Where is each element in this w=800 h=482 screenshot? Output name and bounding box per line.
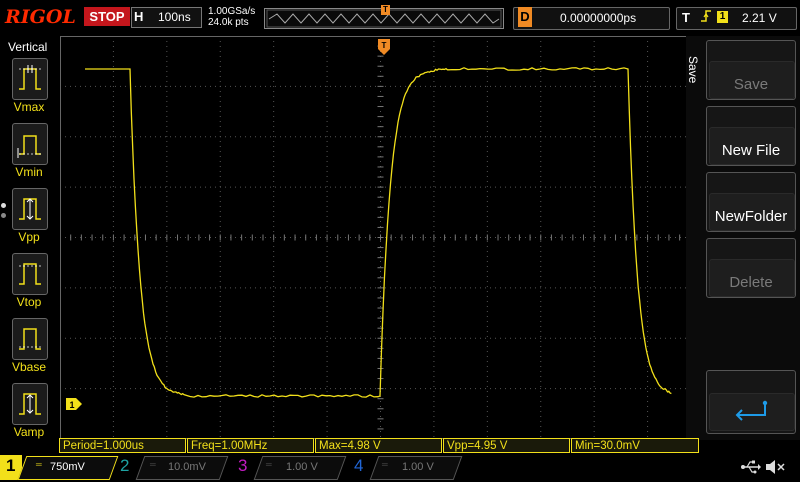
- trigger-time-marker[interactable]: T: [378, 39, 390, 59]
- channel2-scale: 10.0mV: [168, 461, 206, 473]
- channel3-scale: 1.00 V: [286, 461, 318, 473]
- vamp-icon: [13, 384, 47, 424]
- channel1-coupling-icon: ═: [36, 460, 42, 469]
- timebase-label: H: [134, 9, 143, 24]
- vbase-button[interactable]: [12, 318, 48, 360]
- channel2-number: 2: [120, 456, 129, 476]
- measurement-period: Period=1.000us: [59, 438, 186, 453]
- page-dot: [1, 213, 6, 218]
- new-folder-button-label: NewFolder: [707, 208, 795, 225]
- vpp-button[interactable]: [12, 188, 48, 230]
- measurement-category-title: Vertical: [8, 40, 47, 54]
- delay-value: 0.00000000ps: [560, 11, 636, 25]
- vpp-label: Vpp: [0, 230, 58, 244]
- measurement-vpp: Vpp=4.95 V: [443, 438, 570, 453]
- menu-title-text: Save: [686, 56, 700, 83]
- page-dot: [1, 203, 6, 208]
- speaker-muted-icon[interactable]: [764, 457, 786, 482]
- rising-edge-icon: [700, 8, 712, 27]
- new-file-button[interactable]: New File: [706, 106, 796, 166]
- new-file-button-label: New File: [707, 142, 795, 159]
- channel1-scale: 750mV: [50, 461, 85, 473]
- measurement-min: Min=30.0mV: [571, 438, 699, 453]
- channel4-scale: 1.00 V: [402, 461, 434, 473]
- vmax-label: Vmax: [0, 100, 58, 114]
- vpp-icon: [13, 189, 47, 229]
- menu-title: Save: [686, 58, 702, 98]
- measurement-max: Max=4.98 V: [315, 438, 442, 453]
- vtop-button[interactable]: [12, 253, 48, 295]
- delay-label: D: [518, 7, 532, 27]
- waveform-display[interactable]: [60, 36, 701, 439]
- vbase-label: Vbase: [0, 360, 58, 374]
- channel4-number: 4: [354, 456, 363, 476]
- return-arrow-icon: [731, 399, 771, 425]
- channel2-coupling-icon: ═: [150, 460, 156, 469]
- measurement-frequency: Freq=1.00MHz: [187, 438, 314, 453]
- vmax-button[interactable]: [12, 58, 48, 100]
- save-button-label: Save: [707, 76, 795, 93]
- vamp-label: Vamp: [0, 425, 58, 439]
- trigger-level: 2.21 V: [742, 11, 777, 25]
- vmin-icon: [13, 124, 47, 164]
- delete-button[interactable]: Delete: [706, 238, 796, 298]
- vmin-label: Vmin: [0, 165, 58, 179]
- trigger-source: 1: [717, 11, 728, 23]
- channel1-ground-marker[interactable]: 1: [66, 397, 82, 409]
- sample-rate: 1.00GSa/s: [208, 6, 255, 17]
- vamp-button[interactable]: [12, 383, 48, 425]
- channel1-ground-marker-label: 1: [69, 400, 74, 410]
- vbase-icon: [13, 319, 47, 359]
- delete-button-label: Delete: [707, 274, 795, 291]
- trigger-time-marker-label: T: [382, 41, 387, 50]
- save-button[interactable]: Save: [706, 40, 796, 100]
- timebase-value: 100ns: [158, 10, 191, 24]
- rigol-logo: RIGOL: [5, 6, 76, 28]
- usb-icon: [740, 458, 762, 481]
- vmax-icon: [13, 59, 47, 99]
- memory-depth: 24.0k pts: [208, 17, 249, 28]
- channel1-number: 1: [6, 456, 15, 476]
- vtop-label: Vtop: [0, 295, 58, 309]
- channel3-number: 3: [238, 456, 247, 476]
- channel4-coupling-icon: ═: [382, 460, 388, 469]
- trigger-position-marker: T: [381, 5, 390, 15]
- channel3-coupling-icon: ═: [266, 460, 272, 469]
- run-stop-status[interactable]: STOP: [84, 7, 130, 26]
- trigger-label: T: [682, 10, 690, 25]
- new-folder-button[interactable]: NewFolder: [706, 172, 796, 232]
- vmin-button[interactable]: [12, 123, 48, 165]
- trigger-box[interactable]: [676, 7, 797, 30]
- vtop-icon: [13, 254, 47, 294]
- back-button[interactable]: [706, 370, 796, 434]
